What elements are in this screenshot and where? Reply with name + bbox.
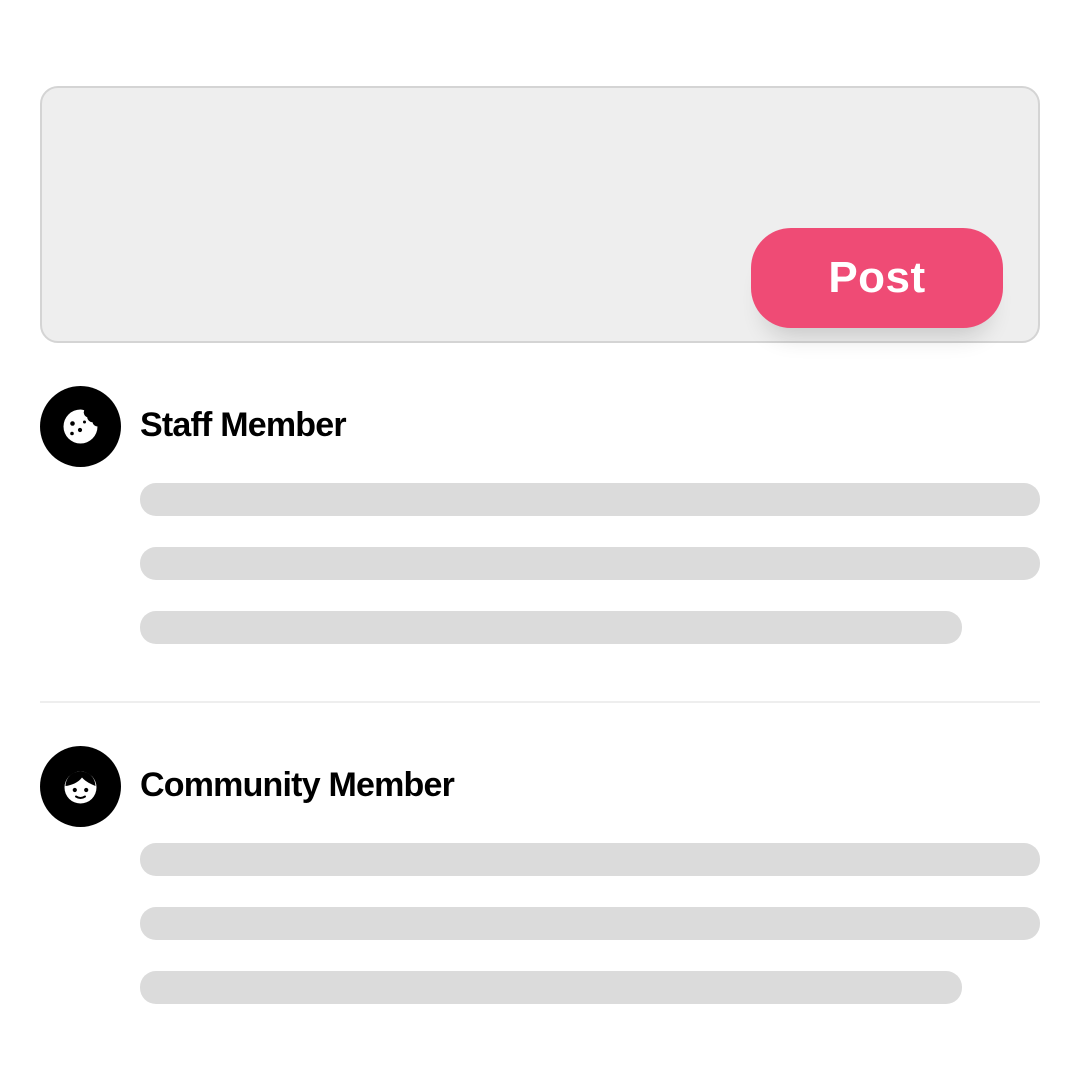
cookie-icon (63, 409, 98, 444)
content-placeholder-line (140, 547, 1040, 580)
post-button[interactable]: Post (751, 228, 1003, 328)
content-placeholder-line (140, 483, 1040, 516)
content-placeholder-line (140, 907, 1040, 940)
avatar[interactable] (40, 746, 121, 827)
content-placeholder-line (140, 611, 962, 644)
feed-page: Post Staff Member Community Member (0, 0, 1080, 1080)
author-name[interactable]: Community Member (140, 766, 455, 805)
post-composer: Post (40, 86, 1040, 343)
post-divider (40, 701, 1040, 703)
author-name[interactable]: Staff Member (140, 406, 347, 445)
content-placeholder-line (140, 843, 1040, 876)
avatar[interactable] (40, 386, 121, 467)
content-placeholder-line (140, 971, 962, 1004)
face-icon (64, 771, 97, 804)
